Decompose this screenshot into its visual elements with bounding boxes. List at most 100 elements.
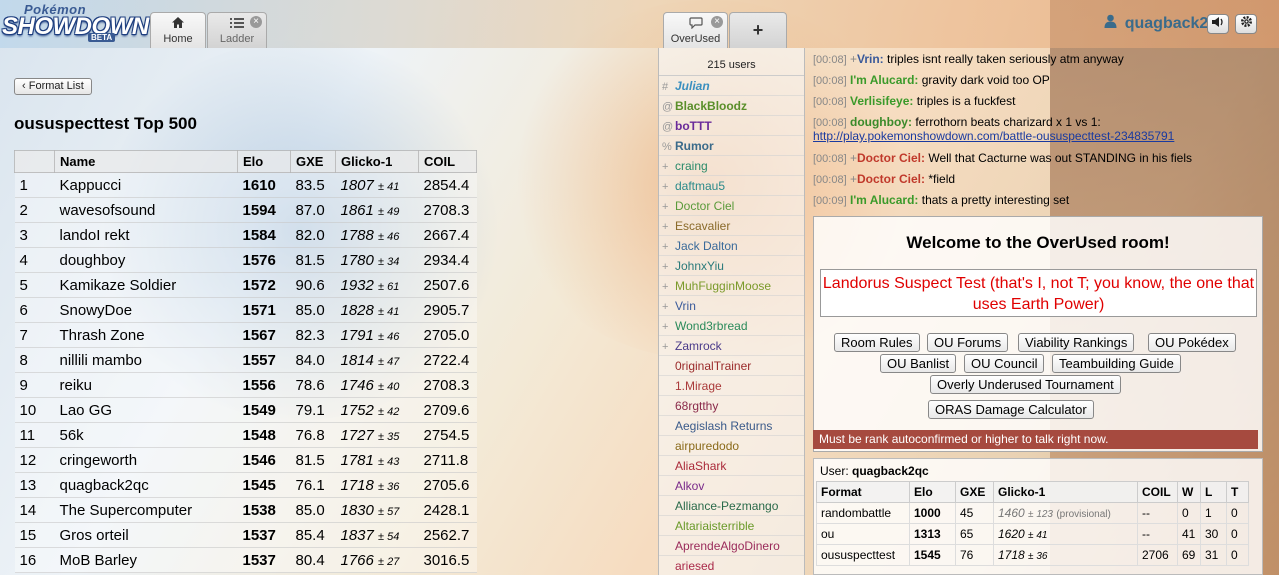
ou-pokedex-button[interactable]: OU Pokédex — [1148, 333, 1236, 352]
player-name-cell[interactable]: SnowyDoe — [54, 297, 238, 323]
user-stats-name[interactable]: quagback2qc — [852, 464, 929, 478]
ou-banlist-button[interactable]: OU Banlist — [880, 354, 957, 373]
user-name[interactable]: airpuredodo — [675, 439, 739, 453]
list-item[interactable]: Alliance-Pezmango — [659, 496, 804, 516]
user-group-symbol: + — [849, 52, 857, 66]
chat-username[interactable]: Verlisifeye: — [850, 94, 913, 108]
user-name[interactable]: JohnxYiu — [675, 259, 724, 273]
list-item[interactable]: # Julian — [659, 76, 804, 96]
overly-underused-button[interactable]: Overly Underused Tournament — [930, 375, 1121, 394]
player-name-cell[interactable]: cringeworth — [54, 447, 238, 473]
list-item[interactable]: + MuhFugginMoose — [659, 276, 804, 296]
user-name[interactable]: 1.Mirage — [675, 379, 722, 393]
player-name-cell[interactable]: nillili mambo — [54, 347, 238, 373]
user-name[interactable]: BlackBloodz — [675, 99, 747, 113]
player-name-cell[interactable]: 56k — [54, 422, 238, 448]
chat-username[interactable]: I'm Alucard: — [850, 193, 918, 207]
list-item[interactable]: AliaShark — [659, 456, 804, 476]
chat-username[interactable]: Doctor Ciel: — [857, 172, 925, 186]
user-name[interactable]: Doctor Ciel — [675, 199, 734, 213]
room-rules-button[interactable]: Room Rules — [834, 333, 920, 352]
chat-username[interactable]: Vrin: — [857, 52, 884, 66]
list-item[interactable]: + daftmau5 — [659, 176, 804, 196]
list-item[interactable]: AprendeAlgoDinero — [659, 536, 804, 556]
viability-rankings-button[interactable]: Viability Rankings — [1018, 333, 1135, 352]
user-name[interactable]: Zamrock — [675, 339, 722, 353]
user-name[interactable]: 68rgtthy — [675, 399, 718, 413]
player-name-cell[interactable]: Kamikaze Soldier — [54, 272, 238, 298]
user-name[interactable]: 0riginalTrainer — [675, 359, 751, 373]
player-name-cell[interactable]: landoI rekt — [54, 222, 238, 248]
list-item[interactable]: Aegislash Returns — [659, 416, 804, 436]
sound-button[interactable] — [1207, 14, 1229, 34]
list-item[interactable]: Alkov — [659, 476, 804, 496]
close-icon[interactable]: × — [711, 16, 723, 28]
user-name[interactable]: Alliance-Pezmango — [675, 499, 778, 513]
chat-username[interactable]: Doctor Ciel: — [857, 151, 925, 165]
user-name[interactable]: boTTT — [675, 119, 712, 133]
list-item[interactable]: + Doctor Ciel — [659, 196, 804, 216]
tab-overused[interactable]: OverUsed × — [663, 12, 728, 48]
list-item[interactable]: + JohnxYiu — [659, 256, 804, 276]
battle-link[interactable]: http://play.pokemonshowdown.com/battle-o… — [813, 129, 1174, 143]
list-item[interactable]: 1.Mirage — [659, 376, 804, 396]
player-name-cell[interactable]: reiku — [54, 372, 238, 398]
list-item[interactable]: + Vrin — [659, 296, 804, 316]
user-name[interactable]: Wond3rbread — [675, 319, 748, 333]
list-item[interactable]: 0riginalTrainer — [659, 356, 804, 376]
close-icon[interactable]: × — [250, 16, 262, 28]
user-name[interactable]: craing — [675, 159, 708, 173]
list-item[interactable]: @ BlackBloodz — [659, 96, 804, 116]
top-header: Pokémon SHOWDOWN BETA Home Ladder × Over… — [0, 0, 1279, 48]
user-name[interactable]: AprendeAlgoDinero — [675, 539, 780, 553]
player-name-cell[interactable]: Gros orteil — [54, 522, 238, 548]
player-name-cell[interactable]: wavesofsound — [54, 197, 238, 223]
player-name-cell[interactable]: The Supercomputer — [54, 497, 238, 523]
chat-username[interactable]: I'm Alucard: — [850, 73, 918, 87]
ou-council-button[interactable]: OU Council — [964, 354, 1045, 373]
list-item[interactable]: + Jack Dalton — [659, 236, 804, 256]
tab-ladder[interactable]: Ladder × — [207, 12, 267, 48]
settings-button[interactable] — [1235, 14, 1257, 34]
player-name-cell[interactable]: quagback2qc — [54, 472, 238, 498]
user-name[interactable]: Altariaisterrible — [675, 519, 754, 533]
list-item[interactable]: % Rumor — [659, 136, 804, 156]
player-name-cell[interactable]: Lao GG — [54, 397, 238, 423]
tab-home[interactable]: Home — [150, 12, 206, 48]
list-item[interactable]: ariesed — [659, 556, 804, 575]
list-item[interactable]: airpuredodo — [659, 436, 804, 456]
user-list[interactable]: 215 users # Julian @ BlackBloodz @ boTTT% Rumo… — [658, 48, 805, 575]
player-name-cell[interactable]: Thrash Zone — [54, 322, 238, 348]
user-name[interactable]: Vrin — [675, 299, 696, 313]
user-name[interactable]: Aegislash Returns — [675, 419, 772, 433]
user-name[interactable]: AliaShark — [675, 459, 726, 473]
new-tab-button[interactable]: + — [729, 12, 787, 48]
damage-calculator-button[interactable]: ORAS Damage Calculator — [928, 400, 1094, 419]
showdown-logo[interactable]: Pokémon SHOWDOWN BETA — [2, 2, 149, 44]
list-item[interactable]: Altariaisterrible — [659, 516, 804, 536]
user-name[interactable]: Alkov — [675, 479, 704, 493]
list-item[interactable]: @ boTTT — [659, 116, 804, 136]
user-name[interactable]: daftmau5 — [675, 179, 725, 193]
player-name-cell[interactable]: doughboy — [54, 247, 238, 273]
glicko-value: 1766 — [340, 551, 374, 569]
player-name-cell[interactable]: MoB Barley — [54, 547, 238, 573]
user-name[interactable]: Escavalier — [675, 219, 730, 233]
format-list-button[interactable]: ‹ Format List — [14, 78, 92, 95]
user-name[interactable]: Rumor — [675, 139, 714, 153]
list-item[interactable]: + Wond3rbread — [659, 316, 804, 336]
user-name[interactable]: Jack Dalton — [675, 239, 738, 253]
chat-username[interactable]: doughboy: — [850, 115, 912, 129]
list-item[interactable]: + Zamrock — [659, 336, 804, 356]
user-name[interactable]: Julian — [675, 79, 710, 93]
list-item[interactable]: 68rgtthy — [659, 396, 804, 416]
list-item[interactable]: + craing — [659, 156, 804, 176]
teambuilding-guide-button[interactable]: Teambuilding Guide — [1052, 354, 1181, 373]
user-name[interactable]: MuhFugginMoose — [675, 279, 771, 293]
list-item[interactable]: + Escavalier — [659, 216, 804, 236]
player-name-cell[interactable]: Kappucci — [54, 172, 238, 198]
user-name[interactable]: ariesed — [675, 559, 714, 573]
table-row: 5 Kamikaze Soldier 1572 90.6 1932 ± 61 2507.6 — [14, 272, 477, 298]
ou-forums-button[interactable]: OU Forums — [927, 333, 1009, 352]
table-row: 2 wavesofsound 1594 87.0 1861 ± 49 2708.3 — [14, 197, 477, 223]
